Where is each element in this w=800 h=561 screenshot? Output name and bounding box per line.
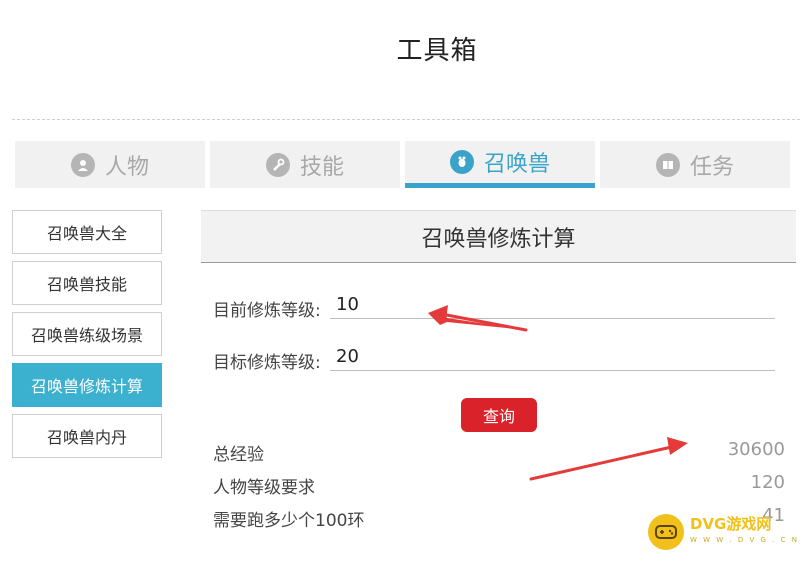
arrow-to-total-exp (529, 437, 688, 481)
gamepad-icon (648, 514, 684, 550)
watermark: DVG游戏网 W W W . D V G . C N (648, 514, 799, 550)
watermark-subtext: W W W . D V G . C N (690, 536, 799, 544)
arrow-to-current-level (428, 305, 528, 332)
annotation-arrows (428, 305, 688, 481)
watermark-text: DVG游戏网 (690, 515, 772, 533)
